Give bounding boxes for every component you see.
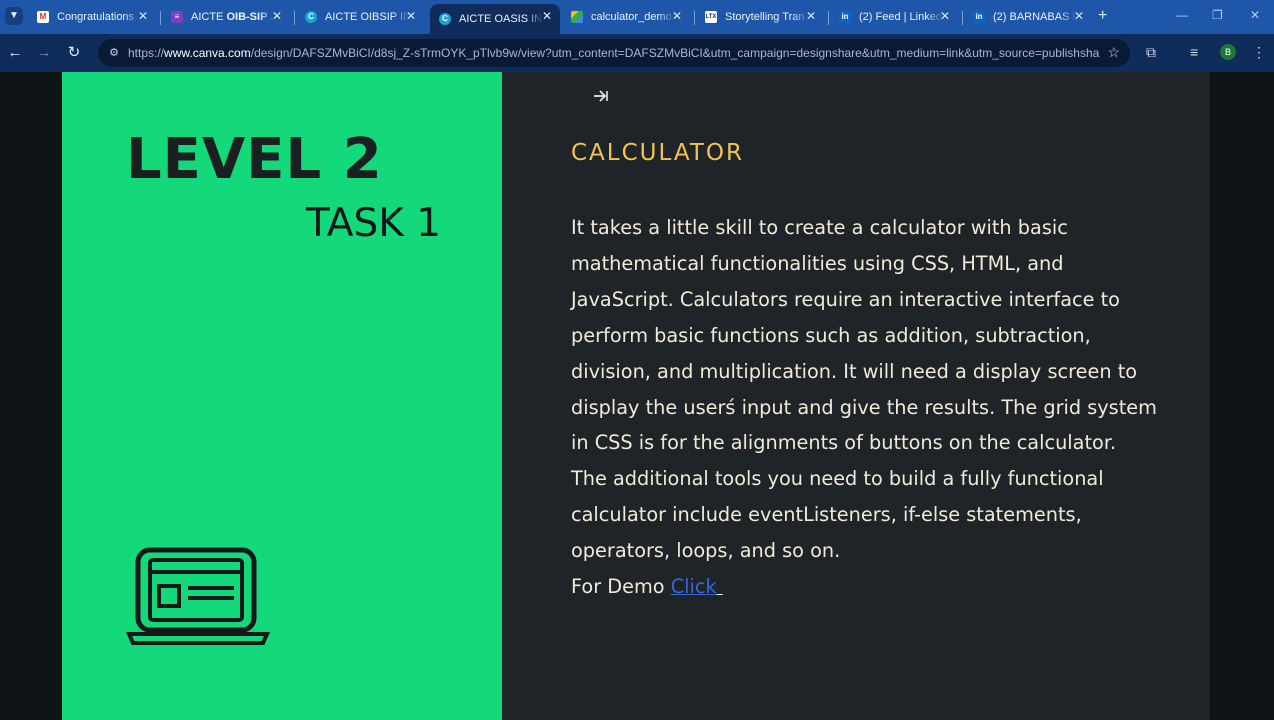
site-info-icon[interactable]: ⚙: [106, 45, 122, 61]
close-icon[interactable]: ✕: [406, 9, 416, 23]
close-icon[interactable]: ✕: [542, 9, 552, 23]
drive-icon: [571, 11, 583, 23]
tab-storytelling[interactable]: LTX Storytelling Tran ✕: [696, 4, 824, 30]
level-title: LEVEL 2: [126, 127, 383, 192]
tab-search-button[interactable]: ▼: [5, 7, 23, 25]
canva-icon: C: [305, 11, 317, 23]
description-line: division, and multiplication. It will ne…: [571, 359, 1138, 383]
minimize-icon[interactable]: —: [1176, 8, 1188, 22]
browser-toolbar: ← → ↻ ⚙ https://www.canva.com/design/DAF…: [0, 34, 1274, 72]
url-host: www.canva.com: [164, 46, 251, 60]
tab-title: (2) BARNABAS F: [993, 11, 1077, 23]
tab-strip: ▼ M Congratulations ✕ ≡ AICTE OIB-SIP J …: [0, 0, 1274, 34]
description-line: The additional tools you need to build a…: [571, 467, 1104, 491]
linkedin-icon: in: [839, 11, 851, 23]
tab-gmail[interactable]: M Congratulations ✕: [28, 4, 156, 30]
window-close-icon[interactable]: ✕: [1250, 8, 1260, 22]
reload-icon[interactable]: ↻: [64, 43, 84, 63]
linkedin-icon: in: [973, 11, 985, 23]
demo-label: For Demo: [571, 575, 671, 599]
section-heading: CALCULATOR: [571, 140, 744, 166]
description-line: JavaScript. Calculators require an inter…: [571, 287, 1120, 311]
address-bar[interactable]: ⚙ https://www.canva.com/design/DAFSZMvBi…: [98, 39, 1130, 67]
tab-aicte-oasis[interactable]: C AICTE OASIS INF ✕: [430, 4, 560, 34]
close-icon[interactable]: ✕: [672, 9, 682, 23]
tab-title-prefix: AICTE: [191, 11, 227, 23]
tab-linkedin-profile[interactable]: in (2) BARNABAS F ✕: [964, 4, 1092, 30]
description-line: operators, loops, and so on.: [571, 539, 841, 563]
demo-line: For Demo Click: [571, 569, 1171, 605]
tab-title: (2) Feed | Linked: [859, 11, 942, 23]
close-icon[interactable]: ✕: [940, 9, 950, 23]
description-line: in CSS is for the alignments of buttons …: [571, 431, 1117, 455]
laptop-icon: [126, 547, 271, 645]
tab-aicte-forms[interactable]: ≡ AICTE OIB-SIP J ✕: [162, 4, 290, 30]
tab-linkedin-feed[interactable]: in (2) Feed | Linked ✕: [830, 4, 958, 30]
back-icon[interactable]: ←: [5, 43, 25, 63]
tab-aicte-oibsip[interactable]: C AICTE OIBSIP INT ✕: [296, 4, 424, 30]
extensions-icon[interactable]: ⧉: [1146, 44, 1156, 61]
tab-title: calculator_demo: [591, 11, 672, 23]
tab-title: AICTE OASIS INF: [459, 13, 543, 25]
forward-icon[interactable]: →: [34, 43, 54, 63]
url-text[interactable]: https://www.canva.com/design/DAFSZMvBiCI…: [128, 46, 1100, 60]
tab-calculator-demo[interactable]: calculator_demo ✕: [562, 4, 690, 30]
url-path: /design/DAFSZMvBiCI/d8sj_Z-sTrmOYK_pTlvb…: [250, 46, 1100, 60]
menu-icon[interactable]: ⋮: [1252, 44, 1266, 61]
url-scheme: https://: [128, 46, 165, 60]
close-icon[interactable]: ✕: [138, 9, 148, 23]
close-icon[interactable]: ✕: [806, 9, 816, 23]
tab-title-bold: OIB-SIP: [226, 11, 268, 23]
tab-title: Congratulations: [57, 11, 135, 23]
restore-icon[interactable]: ❐: [1212, 8, 1223, 22]
profile-avatar[interactable]: B: [1220, 44, 1236, 60]
description-line: mathematical functionalities using CSS, …: [571, 251, 1064, 275]
canva-icon: C: [439, 13, 451, 25]
close-icon[interactable]: ✕: [272, 9, 282, 23]
ltx-icon: LTX: [705, 11, 717, 23]
forms-icon: ≡: [171, 11, 183, 23]
description-line: display the userś input and give the res…: [571, 395, 1157, 419]
description-line: perform basic functions such as addition…: [571, 323, 1091, 347]
bookmark-star-icon[interactable]: ☆: [1107, 44, 1120, 61]
close-icon[interactable]: ✕: [1074, 9, 1084, 23]
description-text: It takes a little skill to create a calc…: [571, 210, 1171, 605]
tab-title: Storytelling Tran: [725, 11, 805, 23]
tab-title: AICTE OIB-SIP J: [191, 11, 275, 23]
description-line: calculator include eventListeners, if-el…: [571, 503, 1082, 527]
pointer-cursor-icon: [594, 90, 608, 102]
demo-link[interactable]: Click: [671, 575, 717, 598]
tab-title: AICTE OIBSIP INT: [325, 11, 409, 23]
reading-list-icon[interactable]: ≡: [1190, 44, 1198, 60]
gmail-icon: M: [37, 11, 49, 23]
new-tab-button[interactable]: +: [1098, 7, 1107, 25]
task-title: TASK 1: [306, 201, 442, 246]
description-line: It takes a little skill to create a calc…: [571, 216, 1068, 239]
